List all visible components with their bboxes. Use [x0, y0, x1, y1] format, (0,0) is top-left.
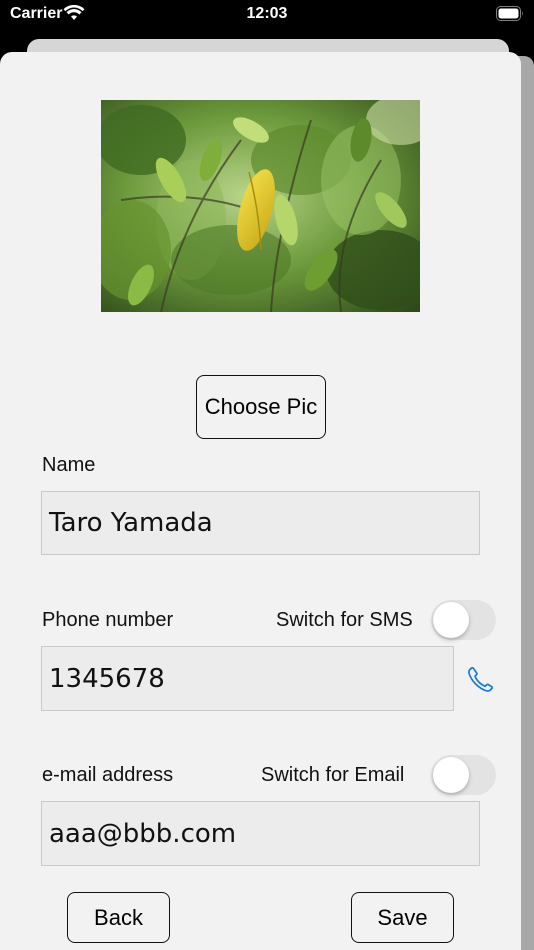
phone-number-label: Phone number [42, 609, 174, 631]
profile-photo [101, 100, 420, 312]
sms-switch-label: Switch for SMS [276, 609, 413, 631]
name-field[interactable]: Taro Yamada [41, 491, 480, 555]
email-switch[interactable] [431, 755, 496, 795]
save-button[interactable]: Save [351, 892, 454, 943]
choose-pic-button[interactable]: Choose Pic [196, 375, 326, 439]
leaf-photo-image [101, 100, 420, 312]
phone-icon[interactable] [467, 666, 493, 692]
back-button[interactable]: Back [67, 892, 170, 943]
email-switch-knob [433, 757, 469, 793]
form-sheet: Choose Pic Name Taro Yamada Phone number… [0, 52, 521, 950]
email-switch-label: Switch for Email [261, 764, 405, 786]
battery-icon [496, 6, 523, 21]
sms-switch[interactable] [431, 600, 496, 640]
name-label: Name [42, 454, 96, 476]
email-address-label: e-mail address [42, 764, 174, 786]
sms-switch-knob [433, 602, 469, 638]
status-bar: Carrier 12:03 [0, 0, 534, 40]
clock: 12:03 [246, 5, 288, 22]
email-field[interactable]: aaa@bbb.com [41, 801, 480, 866]
phone-number-field[interactable]: 1345678 [41, 646, 454, 711]
